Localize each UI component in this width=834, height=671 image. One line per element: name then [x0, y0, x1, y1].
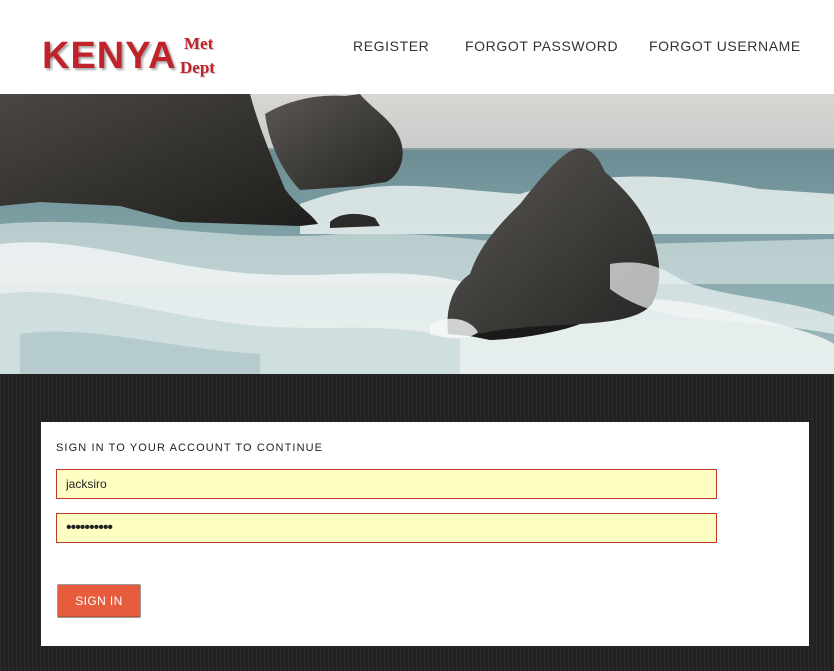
nav-forgot-username-link[interactable]: FORGOT USERNAME [649, 38, 801, 54]
top-nav: REGISTER FORGOT PASSWORD FORGOT USERNAME [0, 38, 834, 58]
hero-banner-image [0, 94, 834, 374]
password-input[interactable] [56, 513, 717, 543]
nav-forgot-password-link[interactable]: FORGOT PASSWORD [465, 38, 618, 54]
logo-subtitle-line2: Dept [180, 58, 215, 77]
nav-register-link[interactable]: REGISTER [353, 38, 429, 54]
sign-in-button[interactable]: SIGN IN [57, 584, 141, 618]
login-card: SIGN IN TO YOUR ACCOUNT TO CONTINUE SIGN… [41, 422, 809, 646]
site-header: KENYA Met Dept REGISTER FORGOT PASSWORD … [0, 0, 834, 94]
username-input[interactable] [56, 469, 717, 499]
login-title: SIGN IN TO YOUR ACCOUNT TO CONTINUE [56, 442, 324, 454]
